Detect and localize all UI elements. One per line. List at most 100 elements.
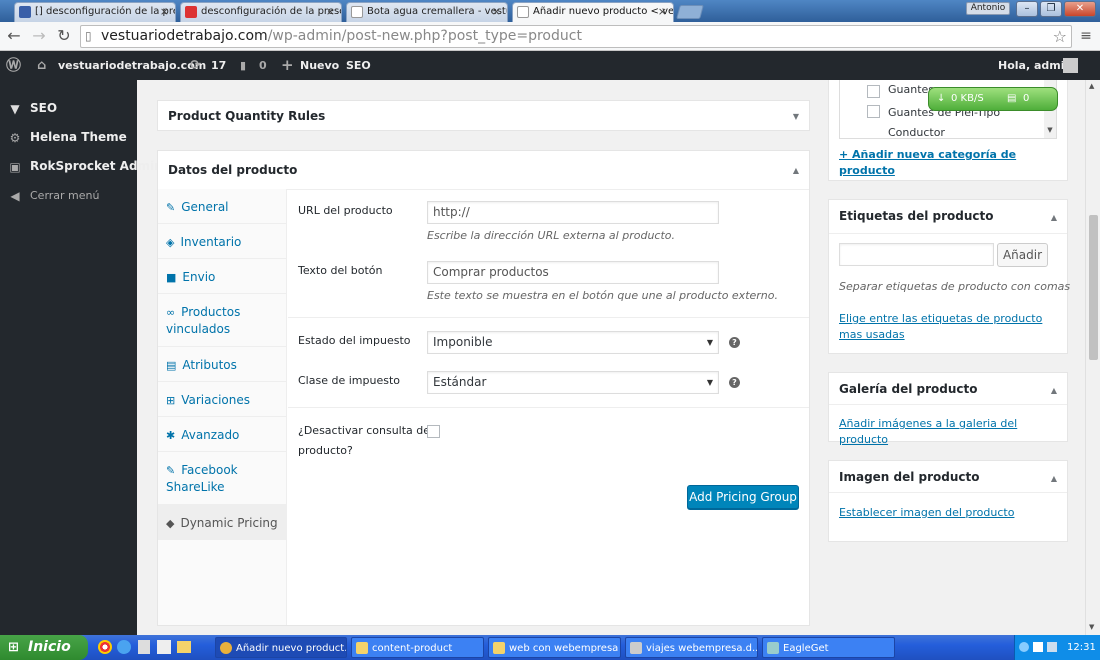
profile-name[interactable]: Antonio: [966, 2, 1010, 15]
updates-icon: ⟳: [190, 58, 201, 73]
app-icon[interactable]: [157, 640, 171, 654]
tab-dynamic-pricing[interactable]: ◆ Dynamic Pricing: [158, 505, 287, 540]
product-image-box: Imagen del producto ▲ Establecer imagen …: [828, 460, 1068, 542]
product-url-input[interactable]: http://: [427, 201, 719, 224]
tab-variations[interactable]: ⊞ Variaciones: [158, 382, 287, 417]
link-icon: ∞: [166, 306, 176, 319]
download-speed-widget[interactable]: ↓ 0 KB/S ▤ 0: [928, 87, 1058, 111]
scroll-up-icon[interactable]: ▲: [1089, 82, 1094, 90]
tab-linked-products[interactable]: ∞ Productos vinculados: [158, 294, 287, 347]
close-icon[interactable]: ×: [492, 3, 501, 21]
site-name-link[interactable]: vestuariodetrabajo.com: [58, 51, 206, 80]
maximize-icon[interactable]: ❐: [1040, 1, 1062, 17]
tab-label: Variaciones: [181, 393, 250, 407]
tax-status-label: Estado del impuesto: [298, 334, 411, 347]
gear-icon: ✱: [166, 429, 176, 442]
help-icon[interactable]: ?: [729, 377, 740, 388]
tab-advanced[interactable]: ✱ Avanzado: [158, 417, 287, 452]
tag-icon: ◈: [166, 236, 175, 249]
browser-tab-active[interactable]: Añadir nuevo producto < ves ×: [512, 2, 674, 23]
tab-label: Facebook ShareLike: [166, 463, 238, 494]
taskbar-item[interactable]: content-product: [351, 637, 484, 658]
tax-class-select[interactable]: Estándar ▼: [427, 371, 719, 394]
tab-general[interactable]: ✎ General: [158, 189, 287, 224]
minimize-icon[interactable]: –: [1016, 1, 1038, 17]
close-icon[interactable]: ×: [160, 3, 169, 21]
start-button[interactable]: ⊞ Inicio: [0, 635, 88, 660]
collapse-menu-button[interactable]: ◀ Cerrar menú: [8, 185, 99, 207]
chrome-icon[interactable]: [98, 640, 112, 654]
menu-icon[interactable]: ≡: [1076, 26, 1096, 46]
chevron-up-icon[interactable]: ▲: [1051, 213, 1057, 222]
browser-tab[interactable]: [] desconfiguración de la pre ×: [14, 2, 176, 22]
scrollbar-thumb[interactable]: [1089, 215, 1098, 360]
page-scrollbar[interactable]: ▲ ▼: [1085, 80, 1100, 635]
tab-title: desconfiguración de la prese: [201, 6, 342, 17]
tray-icon[interactable]: [1019, 642, 1029, 652]
tab-inventory[interactable]: ◈ Inventario: [158, 224, 287, 259]
add-tag-button[interactable]: Añadir: [997, 243, 1048, 267]
disable-query-checkbox[interactable]: [427, 425, 440, 438]
taskbar-item[interactable]: viajes webempresa.d...: [625, 637, 758, 658]
taskbar-item[interactable]: web con webempresa: [488, 637, 621, 658]
folder-icon[interactable]: [177, 641, 191, 653]
divider: [288, 407, 809, 408]
sidebar-item-helena-theme[interactable]: ⚙ Helena Theme: [8, 126, 127, 148]
sidebar-item-roksprocket[interactable]: ▣ RokSprocket Admin: [8, 155, 163, 177]
disable-query-label: ¿Desactivar consulta de: [298, 424, 431, 437]
forward-icon[interactable]: →: [29, 26, 49, 46]
app-icon[interactable]: [138, 640, 150, 654]
tab-attributes[interactable]: ▤ Atributos: [158, 347, 287, 382]
comments-count[interactable]: 0: [259, 51, 267, 80]
avatar[interactable]: [1063, 58, 1078, 73]
category-checkbox[interactable]: [867, 105, 880, 118]
tab-title: [] desconfiguración de la pre: [35, 6, 176, 17]
seo-link[interactable]: SEO: [346, 51, 371, 80]
url-input[interactable]: ▯ vestuariodetrabajo.com/wp-admin/post-n…: [80, 25, 1072, 48]
chevron-down-icon[interactable]: ▼: [793, 112, 799, 121]
scroll-down-icon[interactable]: ▼: [1089, 623, 1094, 631]
taskbar-item[interactable]: Añadir nuevo product...: [215, 637, 347, 658]
volume-icon[interactable]: [1047, 642, 1057, 652]
tag-input[interactable]: [839, 243, 994, 266]
new-content-link[interactable]: Nuevo: [300, 51, 339, 80]
help-icon[interactable]: ?: [729, 337, 740, 348]
choose-tags-link[interactable]: Elige entre las etiquetas de producto ma…: [839, 311, 1059, 343]
close-icon[interactable]: ×: [658, 3, 667, 21]
set-product-image-link[interactable]: Establecer imagen del producto: [839, 505, 1014, 521]
windows-logo-icon: ⊞: [8, 640, 19, 655]
tab-facebook-sharelike[interactable]: ✎ Facebook ShareLike: [158, 452, 287, 505]
browser-tab[interactable]: desconfiguración de la prese ×: [180, 2, 342, 22]
add-pricing-group-button[interactable]: Add Pricing Group: [687, 485, 799, 509]
close-window-icon[interactable]: ✕: [1064, 1, 1096, 17]
updates-count[interactable]: 17: [211, 51, 226, 80]
account-greeting[interactable]: Hola, admin: [998, 51, 1072, 80]
add-new-category-link[interactable]: + Añadir nueva categoría de producto: [839, 147, 1067, 179]
new-tab-button[interactable]: [676, 5, 704, 19]
taskbar-item[interactable]: EagleGet: [762, 637, 895, 658]
tax-status-select[interactable]: Imponible ▼: [427, 331, 719, 354]
sidebar-item-label: RokSprocket Admin: [30, 159, 163, 173]
chevron-up-icon[interactable]: ▲: [1051, 386, 1057, 395]
back-icon[interactable]: ←: [4, 26, 24, 46]
chevron-up-icon[interactable]: ▲: [1051, 474, 1057, 483]
network-icon[interactable]: [1033, 642, 1043, 652]
chevron-up-icon[interactable]: ▲: [793, 166, 799, 175]
reload-icon[interactable]: ↻: [54, 26, 74, 46]
product-categories-box: Guantes Guantes de Piel-Tipo Conductor ▼…: [828, 80, 1068, 181]
browser-tab[interactable]: Bota agua cremallera - vestu ×: [346, 2, 508, 22]
chevron-down-icon: ▼: [706, 338, 713, 347]
product-url-description: Escribe la dirección URL externa al prod…: [427, 229, 676, 242]
product-url-label: URL del producto: [298, 204, 393, 217]
tab-shipping[interactable]: ■ Envio: [158, 259, 287, 294]
sidebar-item-seo[interactable]: ▼ SEO: [8, 97, 57, 119]
add-gallery-images-link[interactable]: Añadir imágenes a la galeria del product…: [839, 416, 1067, 448]
system-tray: 12:31: [1014, 635, 1100, 660]
category-checkbox[interactable]: [867, 85, 880, 98]
sidebar-item-label: Helena Theme: [30, 130, 127, 144]
ie-icon[interactable]: [117, 640, 131, 654]
close-icon[interactable]: ×: [326, 3, 335, 21]
wordpress-icon[interactable]: Ⓦ: [6, 51, 21, 80]
button-text-input[interactable]: Comprar productos: [427, 261, 719, 284]
star-icon[interactable]: ☆: [1053, 26, 1067, 47]
